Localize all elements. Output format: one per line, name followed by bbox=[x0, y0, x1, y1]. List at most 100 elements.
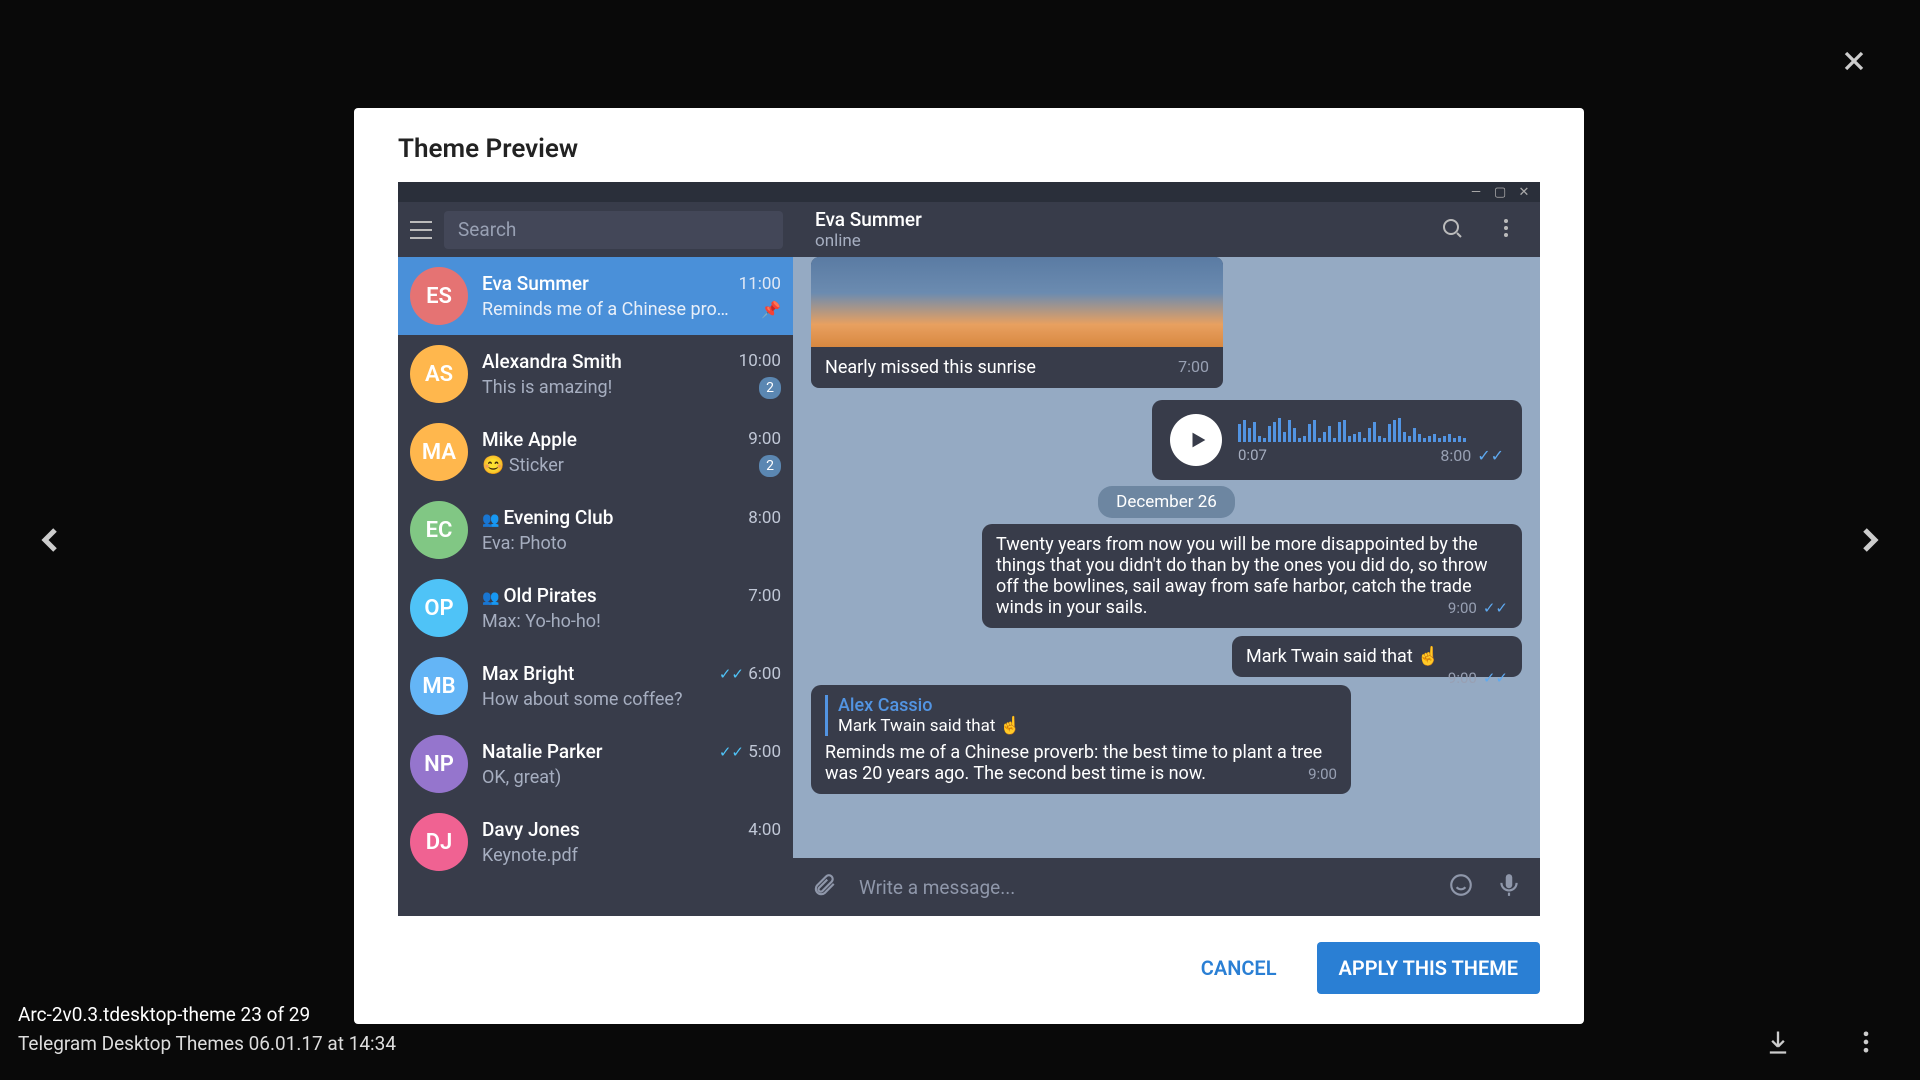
chat-more-icon[interactable] bbox=[1494, 216, 1518, 244]
message-input[interactable]: Write a message... bbox=[859, 876, 1426, 899]
chat-item[interactable]: ESEva Summer11:00Reminds me of a Chinese… bbox=[398, 257, 793, 335]
chat-name: Max Bright bbox=[482, 662, 574, 685]
chat-time: 11:00 bbox=[739, 274, 781, 294]
unread-badge: 2 bbox=[759, 455, 781, 477]
search-input[interactable]: Search bbox=[444, 211, 783, 249]
chat-name: 👥Evening Club bbox=[482, 506, 613, 529]
mic-icon[interactable] bbox=[1496, 872, 1522, 902]
chat-item[interactable]: AS Alexandra Smith 10:00 This is amazing! 2 bbox=[398, 335, 793, 413]
pin-icon: 📌 bbox=[761, 300, 781, 319]
more-icon[interactable] bbox=[1852, 1028, 1880, 1060]
minimize-icon[interactable]: — bbox=[1470, 185, 1482, 200]
emoji-icon[interactable] bbox=[1448, 872, 1474, 902]
voice-message[interactable]: 0:07 8:00 ✓✓ bbox=[1152, 400, 1522, 480]
messages: Nearly missed this sunrise 7:00 0:07 bbox=[793, 257, 1540, 858]
sunrise-image bbox=[811, 257, 1223, 347]
message-text: Twenty years from now you will be more d… bbox=[996, 534, 1488, 618]
photo-message[interactable]: Nearly missed this sunrise 7:00 bbox=[811, 257, 1223, 388]
read-checks-icon: ✓✓ bbox=[1483, 599, 1508, 617]
close-window-icon[interactable]: ✕ bbox=[1518, 185, 1530, 200]
chat-item[interactable]: MAMike Apple9:00😊 Sticker2 bbox=[398, 413, 793, 491]
message-text: Mark Twain said that ☝️ bbox=[1246, 646, 1440, 667]
chat-name: Natalie Parker bbox=[482, 740, 602, 763]
outgoing-message[interactable]: Mark Twain said that ☝️ 9:00 ✓✓ bbox=[1232, 636, 1522, 677]
theme-preview-dialog: Theme Preview — ▢ ✕ Search ESEva Summer1… bbox=[354, 108, 1584, 1024]
chat-preview: Eva: Photo bbox=[482, 533, 567, 554]
lightbox-caption: Arc-2v0.3.tdesktop-theme 23 of 29 Telegr… bbox=[18, 1003, 396, 1055]
chat-name: Mike Apple bbox=[482, 428, 577, 451]
voice-duration: 0:07 bbox=[1238, 446, 1267, 465]
read-checks-icon: ✓✓ bbox=[1477, 446, 1504, 465]
message-text: Reminds me of a Chinese proverb: the bes… bbox=[825, 742, 1322, 784]
chat-time: 7:00 bbox=[748, 586, 781, 606]
group-icon: 👥 bbox=[482, 590, 499, 606]
chat-item[interactable]: DJ Davy Jones 4:00 Keynote.pdf bbox=[398, 803, 793, 881]
avatar: AS bbox=[410, 345, 468, 403]
date-separator: December 26 bbox=[811, 492, 1522, 512]
search-chat-icon[interactable] bbox=[1440, 216, 1464, 244]
lightbox-actions bbox=[1764, 1028, 1880, 1060]
menu-icon[interactable] bbox=[408, 221, 434, 239]
photo-time: 7:00 bbox=[1178, 357, 1209, 378]
play-icon[interactable] bbox=[1170, 414, 1222, 466]
group-icon: 👥 bbox=[482, 512, 499, 528]
avatar: DJ bbox=[410, 813, 468, 871]
waveform bbox=[1238, 416, 1504, 442]
read-checks-icon: ✓✓ bbox=[719, 665, 744, 683]
chat-sidebar: Search ESEva Summer11:00Reminds me of a … bbox=[398, 202, 793, 916]
chat-item[interactable]: EC 👥Evening Club 8:00 Eva: Photo bbox=[398, 491, 793, 569]
unread-badge: 2 bbox=[759, 377, 781, 399]
read-checks-icon: ✓✓ bbox=[719, 743, 744, 761]
caption-filename: Arc-2v0.3.tdesktop-theme 23 of 29 bbox=[18, 1003, 396, 1026]
avatar: ES bbox=[410, 267, 468, 325]
outgoing-message[interactable]: Twenty years from now you will be more d… bbox=[982, 524, 1522, 628]
chat-header-status: online bbox=[815, 231, 1410, 251]
photo-caption-text: Nearly missed this sunrise bbox=[825, 357, 1036, 378]
next-arrow-icon[interactable] bbox=[1850, 510, 1890, 570]
maximize-icon[interactable]: ▢ bbox=[1494, 185, 1506, 200]
reply-name: Alex Cassio bbox=[838, 695, 1337, 716]
window-titlebar: — ▢ ✕ bbox=[398, 182, 1540, 202]
chat-preview: Max: Yo-ho-ho! bbox=[482, 611, 601, 632]
chat-preview: Keynote.pdf bbox=[482, 845, 578, 866]
avatar: EC bbox=[410, 501, 468, 559]
dialog-buttons: CANCEL APPLY THIS THEME bbox=[354, 916, 1584, 1024]
chat-time: ✓✓ 6:00 bbox=[719, 664, 781, 684]
chat-item[interactable]: MB Max Bright ✓✓ 6:00 How about some coffee… bbox=[398, 647, 793, 725]
cancel-button[interactable]: CANCEL bbox=[1201, 956, 1277, 980]
avatar: MA bbox=[410, 423, 468, 481]
prev-arrow-icon[interactable] bbox=[30, 510, 70, 570]
chat-name: Davy Jones bbox=[482, 818, 580, 841]
download-icon[interactable] bbox=[1764, 1028, 1792, 1060]
avatar: OP bbox=[410, 579, 468, 637]
chat-name: 👥Old Pirates bbox=[482, 584, 597, 607]
chat-preview: OK, great) bbox=[482, 767, 561, 788]
chat-preview: How about some coffee? bbox=[482, 689, 682, 710]
read-checks-icon: ✓✓ bbox=[1483, 669, 1508, 687]
dialog-title: Theme Preview bbox=[354, 108, 1584, 182]
close-icon[interactable] bbox=[1838, 45, 1870, 77]
chat-time: 8:00 bbox=[748, 508, 781, 528]
chat-item[interactable]: NPNatalie Parker✓✓ 5:00OK, great) bbox=[398, 725, 793, 803]
chat-time: ✓✓ 5:00 bbox=[719, 742, 781, 762]
chat-preview: Reminds me of a Chinese prover... bbox=[482, 299, 732, 320]
reply-text: Mark Twain said that ☝️ bbox=[838, 716, 1337, 736]
chat-list: ESEva Summer11:00Reminds me of a Chinese… bbox=[398, 257, 793, 916]
chat-time: 9:00 bbox=[748, 429, 781, 449]
chat-name: Alexandra Smith bbox=[482, 350, 622, 373]
compose-bar: Write a message... bbox=[793, 858, 1540, 916]
chat-pane: Eva Summer online Nearly missed this sun… bbox=[793, 202, 1540, 916]
voice-time: 8:00 bbox=[1440, 446, 1471, 465]
chat-header-name: Eva Summer bbox=[815, 208, 1410, 231]
attach-icon[interactable] bbox=[811, 872, 837, 902]
apply-theme-button[interactable]: APPLY THIS THEME bbox=[1317, 942, 1540, 994]
chat-preview: This is amazing! bbox=[482, 377, 612, 398]
telegram-preview: — ▢ ✕ Search ESEva Summer11:00Reminds me… bbox=[398, 182, 1540, 916]
chat-item[interactable]: OP 👥Old Pirates 7:00 Max: Yo-ho-ho! bbox=[398, 569, 793, 647]
incoming-message[interactable]: Alex Cassio Mark Twain said that ☝️ Remi… bbox=[811, 685, 1351, 794]
chat-time: 10:00 bbox=[739, 351, 781, 371]
chat-header: Eva Summer online bbox=[793, 202, 1540, 257]
chat-time: 4:00 bbox=[748, 820, 781, 840]
avatar: MB bbox=[410, 657, 468, 715]
reply-quote: Alex Cassio Mark Twain said that ☝️ bbox=[825, 695, 1337, 736]
